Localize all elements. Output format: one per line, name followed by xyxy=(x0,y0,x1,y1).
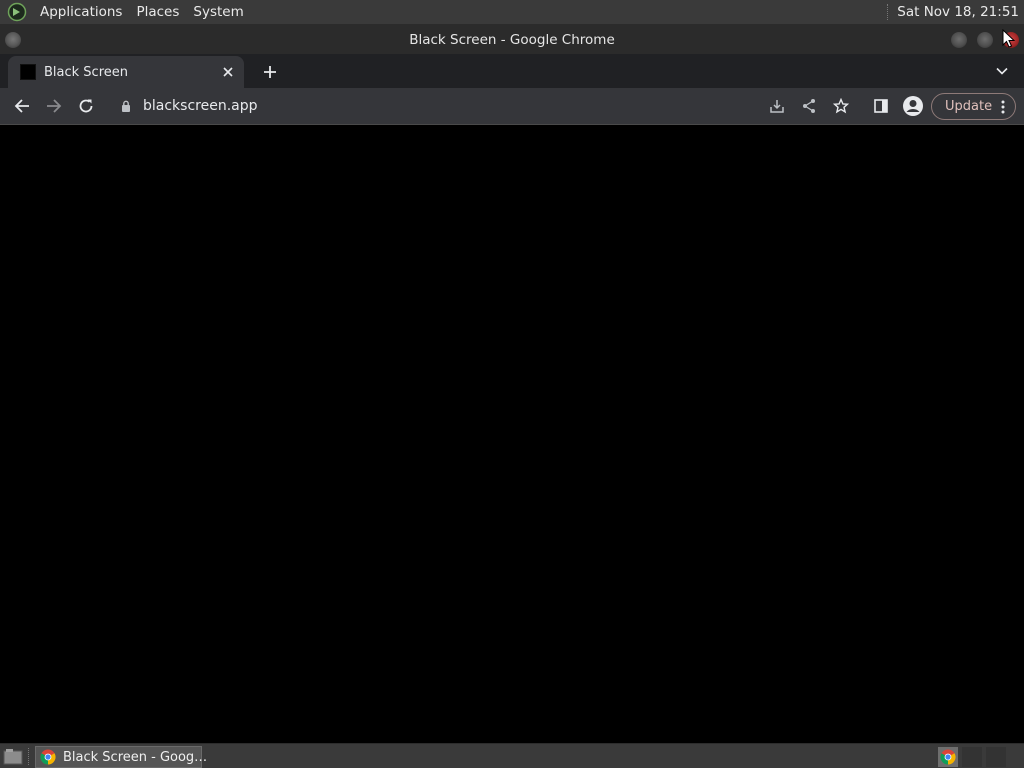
address-bar[interactable]: blackscreen.app xyxy=(120,93,258,119)
reload-icon[interactable] xyxy=(74,94,98,118)
taskbar-item-chrome[interactable]: Black Screen - Goog… xyxy=(35,746,207,768)
page-content[interactable] xyxy=(0,126,1024,743)
bookmark-star-icon[interactable] xyxy=(829,94,853,118)
update-button[interactable]: Update xyxy=(931,93,1016,120)
share-icon[interactable] xyxy=(797,94,821,118)
menu-places[interactable]: Places xyxy=(129,0,186,24)
side-panel-icon[interactable] xyxy=(869,94,893,118)
new-tab-button[interactable] xyxy=(258,60,282,84)
back-arrow-icon[interactable] xyxy=(10,94,34,118)
tab-strip: Black Screen xyxy=(0,54,1024,88)
menu-system[interactable]: System xyxy=(186,0,250,24)
forward-arrow-icon[interactable] xyxy=(42,94,66,118)
menu-applications[interactable]: Applications xyxy=(33,0,129,24)
tab-black-screen[interactable]: Black Screen xyxy=(8,56,244,88)
workspace-1[interactable] xyxy=(962,747,982,767)
tab-title: Black Screen xyxy=(44,64,128,80)
workspace-2[interactable] xyxy=(986,747,1006,767)
browser-toolbar: blackscreen.app Update xyxy=(0,88,1024,125)
maximize-button[interactable] xyxy=(977,32,993,48)
taskbar-separator xyxy=(28,748,30,765)
minimize-button[interactable] xyxy=(951,32,967,48)
update-label: Update xyxy=(945,99,993,114)
tray-chrome-icon[interactable] xyxy=(938,747,958,767)
clock[interactable]: Sat Nov 18, 21:51 xyxy=(897,4,1024,20)
top-panel: Applications Places System Sat Nov 18, 2… xyxy=(0,0,1024,24)
profile-avatar-icon[interactable] xyxy=(901,94,925,118)
url-text[interactable]: blackscreen.app xyxy=(143,98,258,114)
show-desktop-icon[interactable] xyxy=(3,748,23,765)
tab-search-chevron-icon[interactable] xyxy=(992,61,1012,81)
install-app-icon[interactable] xyxy=(765,94,789,118)
mate-logo-icon[interactable] xyxy=(7,2,27,22)
lock-icon[interactable] xyxy=(120,99,132,113)
tab-close-icon[interactable] xyxy=(218,62,238,82)
panel-separator xyxy=(887,4,889,20)
mouse-cursor-icon xyxy=(1002,28,1016,49)
window-titlebar[interactable]: Black Screen - Google Chrome xyxy=(0,24,1024,54)
window-title: Black Screen - Google Chrome xyxy=(409,32,615,48)
favicon-icon xyxy=(20,64,36,80)
taskbar-item-label: Black Screen - Goog… xyxy=(63,749,208,765)
chrome-icon xyxy=(40,749,56,765)
taskbar: Black Screen - Goog… xyxy=(0,743,1024,768)
more-menu-icon[interactable] xyxy=(999,99,1007,115)
